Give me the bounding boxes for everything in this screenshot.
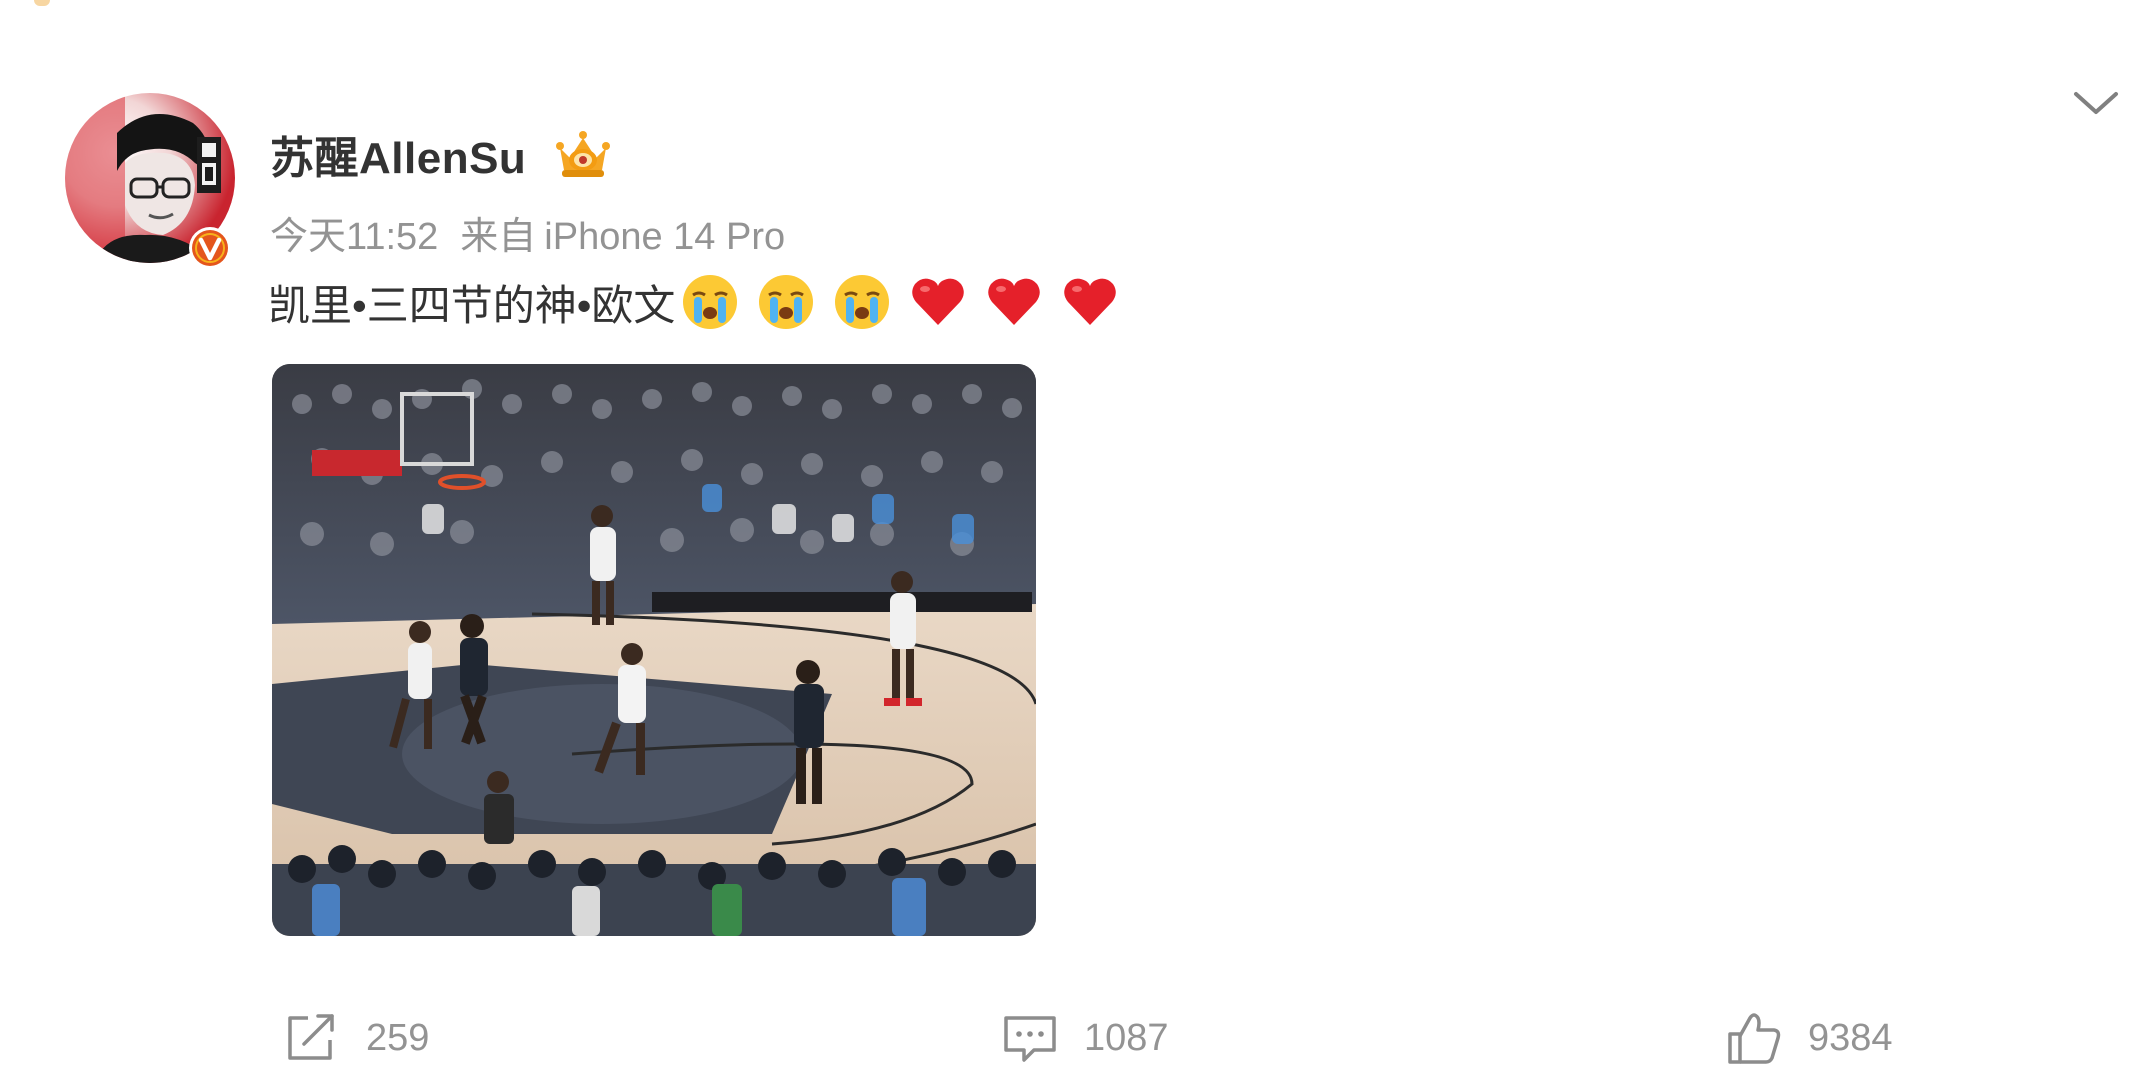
chevron-down-icon[interactable]	[2072, 88, 2120, 118]
comment-bubble-icon	[1004, 1016, 1056, 1062]
crown-badge-icon[interactable]	[552, 126, 614, 182]
post-video-thumbnail[interactable]	[272, 364, 1036, 936]
author-name[interactable]: 苏醒AllenSu	[270, 122, 526, 186]
author-row: 苏醒AllenSu	[270, 124, 614, 184]
repost-count: 259	[366, 1016, 430, 1059]
previous-item-edge	[34, 0, 50, 6]
red-heart-icon	[912, 278, 965, 325]
like-count: 9384	[1808, 1016, 1893, 1059]
post-content: 凯里•三四节的神•欧文	[268, 270, 1121, 334]
red-heart-icon	[1064, 278, 1117, 325]
post-time[interactable]: 今天11:52	[270, 216, 438, 258]
verified-v-badge-icon	[189, 227, 231, 269]
thumbs-up-icon	[1728, 1013, 1781, 1064]
share-arrow-icon	[288, 1014, 334, 1060]
red-heart-icon	[988, 278, 1041, 325]
crying-face-icon	[759, 275, 814, 329]
comment-count: 1087	[1084, 1016, 1169, 1059]
post-text: 凯里•三四节的神•欧文	[268, 281, 676, 329]
basketball-game-thumbnail	[272, 364, 1036, 936]
source-prefix: 来自	[460, 216, 537, 258]
comment-button[interactable]: 1087	[1002, 1012, 1169, 1064]
weibo-post: 苏醒AllenSu 今天11:52 来自 iPhone 14 Pro 凯里•三四节的…	[0, 0, 2152, 1080]
repost-button[interactable]: 259	[284, 1012, 429, 1064]
crying-face-icon	[683, 275, 738, 329]
post-meta: 今天11:52 来自 iPhone 14 Pro	[270, 205, 785, 260]
like-button[interactable]: 9384	[1726, 1010, 1893, 1066]
source-device[interactable]: iPhone 14 Pro	[544, 216, 785, 258]
post-action-bar: 259 1087 9384	[0, 1006, 2152, 1066]
crying-face-icon	[835, 275, 890, 329]
